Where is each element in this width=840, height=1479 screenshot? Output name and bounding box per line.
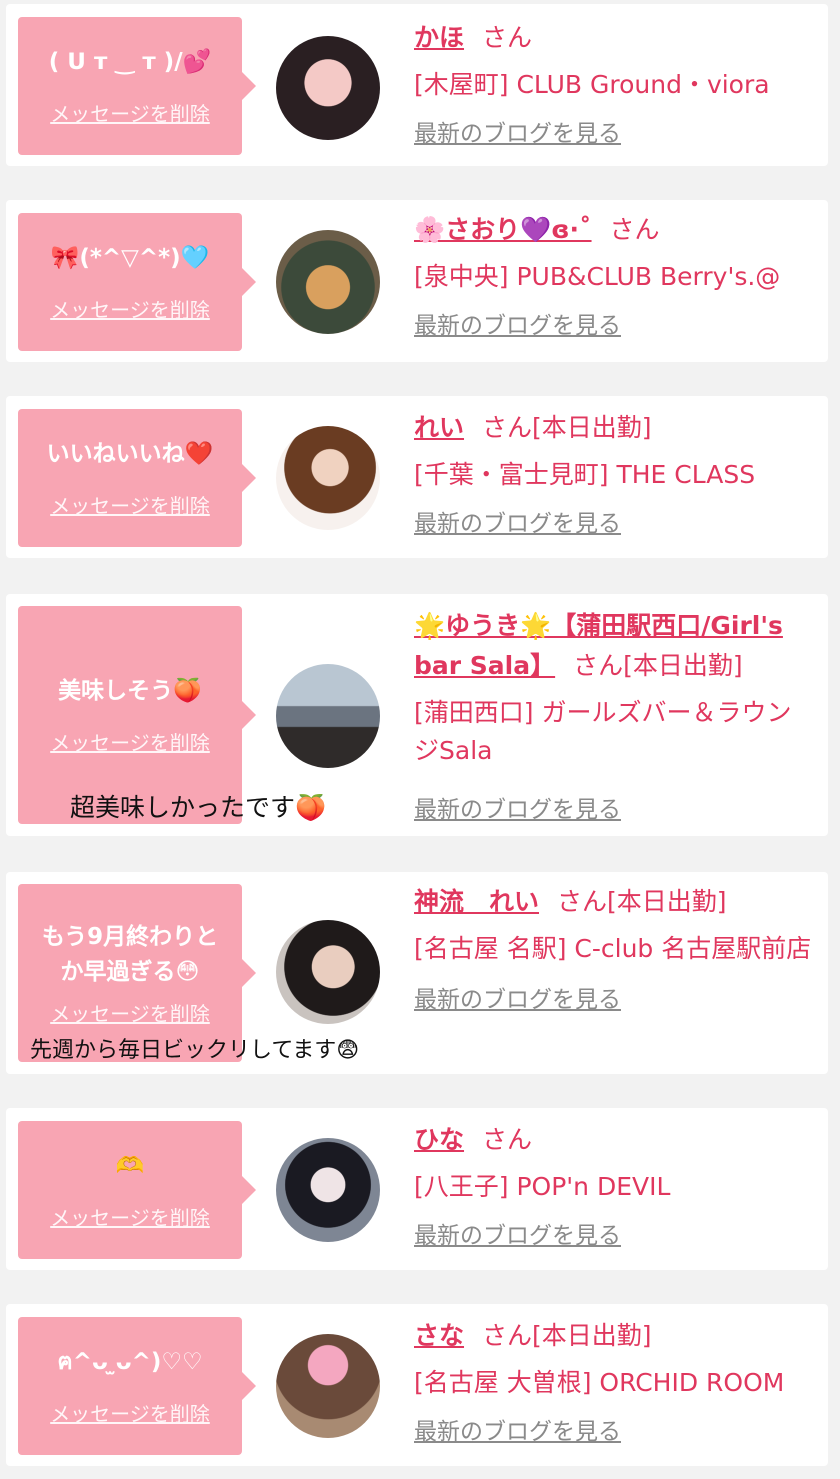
- shop-name: [蒲田西口] ガールズバー＆ラウンジSala: [414, 698, 792, 765]
- message-card: いいねいいね❤️ メッセージを削除 れい さん[本日出勤] [千葉・富士見町] T…: [6, 396, 828, 558]
- delete-message-link[interactable]: メッセージを削除: [50, 490, 210, 519]
- shop-name: [千葉・富士見町] THE CLASS: [414, 460, 756, 489]
- honorific: さん: [573, 651, 624, 680]
- avatar[interactable]: [276, 920, 380, 1024]
- profile-name-link[interactable]: さな: [414, 1321, 464, 1350]
- honorific: さん: [482, 413, 533, 442]
- view-blog-link[interactable]: 最新のブログを見る: [414, 1216, 814, 1250]
- message-card: ( ᑌ т ‿ т )/💕 メッセージを削除 かほ さん [木屋町] CLUB G…: [6, 4, 828, 166]
- delete-message-link[interactable]: メッセージを削除: [50, 1202, 210, 1231]
- delete-message-link[interactable]: メッセージを削除: [50, 98, 210, 127]
- honorific: さん: [557, 887, 608, 916]
- avatar[interactable]: [276, 664, 380, 768]
- message-text: 🎀(*^▽^*)🩵: [50, 245, 210, 271]
- avatar[interactable]: [276, 36, 380, 140]
- message-card: 🫶 メッセージを削除 ひな さん [八王子] POP'n DEVIL 最新のブログ…: [6, 1108, 828, 1270]
- honorific: さん: [482, 1125, 533, 1154]
- message-bubble: ( ᑌ т ‿ т )/💕 メッセージを削除: [18, 17, 256, 155]
- honorific: さん: [609, 215, 660, 244]
- avatar[interactable]: [276, 1138, 380, 1242]
- profile-name-link[interactable]: ひな: [414, 1125, 464, 1154]
- message-card: 美味しそう🍑 メッセージを削除 🌟ゆうき🌟【蒲田駅西口/Girl's bar S…: [6, 594, 828, 836]
- message-bubble: いいねいいね❤️ メッセージを削除: [18, 409, 256, 547]
- avatar[interactable]: [276, 1334, 380, 1438]
- profile-name-link[interactable]: れい: [414, 413, 464, 442]
- view-blog-link[interactable]: 最新のブログを見る: [414, 306, 814, 340]
- profile-name-link[interactable]: かほ: [414, 23, 464, 52]
- message-bubble: 🫶 メッセージを削除: [18, 1121, 256, 1259]
- shop-name: [名古屋 名駅] C-club 名古屋駅前店: [414, 934, 812, 963]
- avatar[interactable]: [276, 230, 380, 334]
- message-text: いいねいいね❤️: [46, 441, 214, 467]
- message-text: 美味しそう🍑: [58, 678, 202, 704]
- message-card: ฅ^ᴗ ̫ᴗ^)♡♡ メッセージを削除 さな さん[本日出勤] [名古屋 大曽根]…: [6, 1304, 828, 1466]
- work-status: [本日出勤]: [532, 413, 652, 442]
- honorific: さん: [482, 1321, 533, 1350]
- profile-name-link[interactable]: 🌸さおり💜ɞ·˚: [414, 215, 592, 244]
- honorific: さん: [482, 23, 533, 52]
- message-bubble: 🎀(*^▽^*)🩵 メッセージを削除: [18, 213, 256, 351]
- view-blog-link[interactable]: 最新のブログを見る: [414, 504, 814, 538]
- profile-info: さな さん[本日出勤] [名古屋 大曽根] ORCHID ROOM 最新のブログを…: [414, 1316, 814, 1446]
- work-status: [本日出勤]: [532, 1321, 652, 1350]
- shop-name: [木屋町] CLUB Ground・viora: [414, 70, 770, 99]
- delete-message-link[interactable]: メッセージを削除: [50, 294, 210, 323]
- reply-comment: 先週から毎日ビックリしてます😨: [30, 1038, 360, 1063]
- reply-comment: 超美味しかったです🍑: [70, 793, 327, 822]
- shop-name: [八王子] POP'n DEVIL: [414, 1172, 671, 1201]
- delete-message-link[interactable]: メッセージを削除: [50, 727, 210, 756]
- work-status: [本日出勤]: [607, 887, 727, 916]
- view-blog-link[interactable]: 最新のブログを見る: [414, 980, 814, 1014]
- view-blog-link[interactable]: 最新のブログを見る: [414, 790, 814, 824]
- profile-info: れい さん[本日出勤] [千葉・富士見町] THE CLASS 最新のブログを見る: [414, 408, 814, 538]
- avatar[interactable]: [276, 426, 380, 530]
- message-text: ฅ^ᴗ ̫ᴗ^)♡♡: [57, 1349, 203, 1375]
- profile-info: 神流 れい さん[本日出勤] [名古屋 名駅] C-club 名古屋駅前店 最新の…: [414, 882, 814, 1014]
- delete-message-link[interactable]: メッセージを削除: [50, 1398, 210, 1427]
- profile-info: 🌟ゆうき🌟【蒲田駅西口/Girl's bar Sala】 さん[本日出勤] [蒲田…: [414, 606, 814, 824]
- view-blog-link[interactable]: 最新のブログを見る: [414, 114, 814, 148]
- work-status: [本日出勤]: [623, 651, 743, 680]
- delete-message-link[interactable]: メッセージを削除: [50, 998, 210, 1027]
- message-card: もう9月終わりとか早過ぎる😳 メッセージを削除 神流 れい さん[本日出勤] [名…: [6, 872, 828, 1074]
- message-bubble: ฅ^ᴗ ̫ᴗ^)♡♡ メッセージを削除: [18, 1317, 256, 1455]
- shop-name: [泉中央] PUB&CLUB Berry's.@: [414, 262, 781, 291]
- shop-name: [名古屋 大曽根] ORCHID ROOM: [414, 1368, 785, 1397]
- message-text: ( ᑌ т ‿ т )/💕: [48, 49, 212, 75]
- profile-name-link[interactable]: 神流 れい: [414, 887, 539, 916]
- profile-info: かほ さん [木屋町] CLUB Ground・viora 最新のブログを見る: [414, 18, 814, 148]
- message-card: 🎀(*^▽^*)🩵 メッセージを削除 🌸さおり💜ɞ·˚ さん [泉中央] PUB&…: [6, 200, 828, 362]
- profile-info: ひな さん [八王子] POP'n DEVIL 最新のブログを見る: [414, 1120, 814, 1250]
- view-blog-link[interactable]: 最新のブログを見る: [414, 1412, 814, 1446]
- message-text: 🫶: [115, 1153, 145, 1179]
- profile-info: 🌸さおり💜ɞ·˚ さん [泉中央] PUB&CLUB Berry's.@ 最新のブ…: [414, 210, 814, 340]
- message-text: もう9月終わりとか早過ぎる😳: [41, 923, 219, 985]
